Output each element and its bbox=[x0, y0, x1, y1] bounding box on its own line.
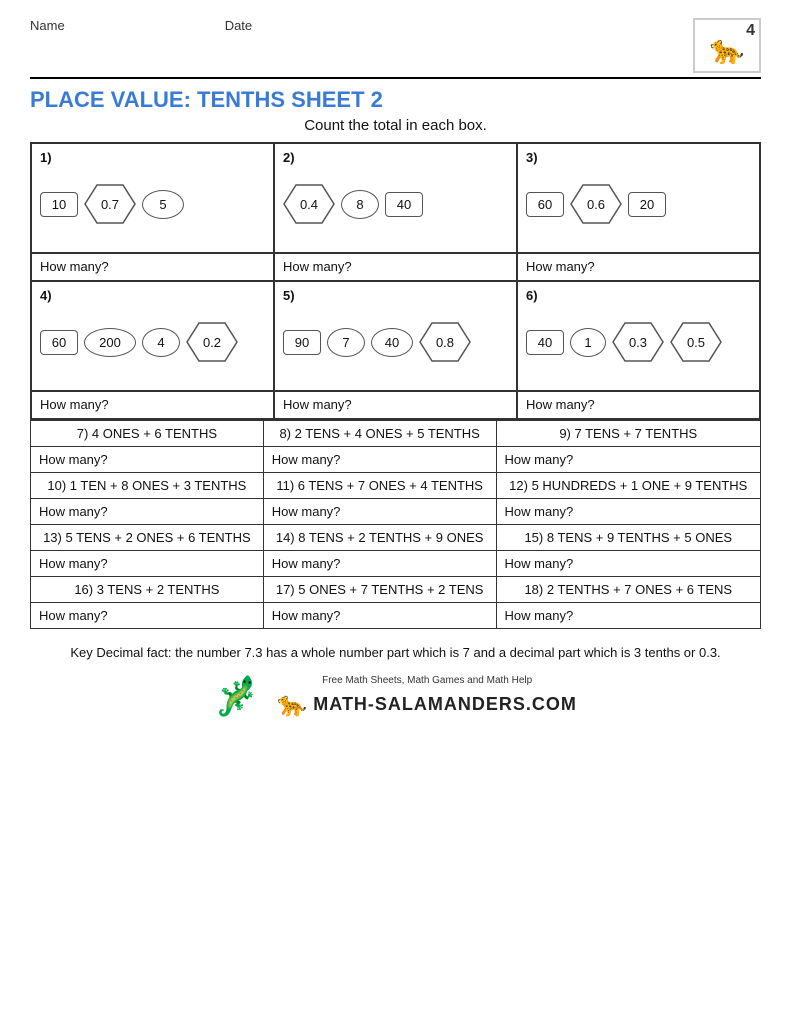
answer-7: How many? bbox=[31, 447, 264, 473]
problem-7: 7) 4 ONES + 6 TENTHS bbox=[31, 421, 264, 447]
shape-hex: 0.3 bbox=[612, 321, 664, 363]
box-1: 1) 10 0.7 5 bbox=[32, 144, 275, 254]
shape-rect: 10 bbox=[40, 192, 78, 217]
box-6-num: 6) bbox=[526, 288, 751, 303]
shape-hex: 0.6 bbox=[570, 183, 622, 225]
problem-14: 14) 8 TENS + 2 TENTHS + 9 ONES bbox=[263, 525, 496, 551]
shape-oval: 7 bbox=[327, 328, 365, 357]
shape-oval: 40 bbox=[371, 328, 413, 357]
box-2-shapes: 0.4 8 40 bbox=[283, 169, 508, 239]
shape-hex: 0.8 bbox=[419, 321, 471, 363]
shape-rect: 40 bbox=[385, 192, 423, 217]
answer-9: How many? bbox=[496, 447, 760, 473]
problem-10: 10) 1 TEN + 8 ONES + 3 TENTHS bbox=[31, 473, 264, 499]
box-4-num: 4) bbox=[40, 288, 265, 303]
box-5: 5) 90 7 40 0.8 bbox=[275, 282, 518, 392]
footer: 🦎 Free Math Sheets, Math Games and Math … bbox=[30, 675, 761, 719]
shape-rect: 60 bbox=[526, 192, 564, 217]
how-many-4: How many? bbox=[32, 392, 275, 420]
box-4: 4) 60 200 4 0.2 bbox=[32, 282, 275, 392]
problem-18: 18) 2 TENTHS + 7 ONES + 6 TENS bbox=[496, 577, 760, 603]
how-many-3: How many? bbox=[518, 254, 761, 282]
box-2: 2) 0.4 8 40 bbox=[275, 144, 518, 254]
box-5-num: 5) bbox=[283, 288, 508, 303]
problem-15: 15) 8 TENS + 9 TENTHS + 5 ONES bbox=[496, 525, 760, 551]
problem-16: 16) 3 TENS + 2 TENTHS bbox=[31, 577, 264, 603]
box-5-shapes: 90 7 40 0.8 bbox=[283, 307, 508, 377]
footer-tagline: Free Math Sheets, Math Games and Math He… bbox=[277, 675, 577, 686]
answer-8: How many? bbox=[263, 447, 496, 473]
how-many-6: How many? bbox=[518, 392, 761, 420]
answer-10: How many? bbox=[31, 499, 264, 525]
name-date-area: Name Date bbox=[30, 18, 252, 33]
shape-rect: 60 bbox=[40, 330, 78, 355]
shape-hex: 0.4 bbox=[283, 183, 335, 225]
box-6: 6) 40 1 0.3 0.5 bbox=[518, 282, 761, 392]
top-bar: Name Date 4 🐆 bbox=[30, 18, 761, 79]
box-3: 3) 60 0.6 20 bbox=[518, 144, 761, 254]
logo-animal-icon: 🐆 bbox=[710, 33, 745, 66]
problem-13: 13) 5 TENS + 2 ONES + 6 TENTHS bbox=[31, 525, 264, 551]
logo-box: 4 🐆 bbox=[693, 18, 761, 73]
problem-8: 8) 2 TENS + 4 ONES + 5 TENTHS bbox=[263, 421, 496, 447]
how-many-1: How many? bbox=[32, 254, 275, 282]
shape-rect: 40 bbox=[526, 330, 564, 355]
problem-17: 17) 5 ONES + 7 TENTHS + 2 TENS bbox=[263, 577, 496, 603]
key-fact: Key Decimal fact: the number 7.3 has a w… bbox=[30, 643, 761, 663]
how-many-2: How many? bbox=[275, 254, 518, 282]
answer-18: How many? bbox=[496, 603, 760, 629]
box-4-shapes: 60 200 4 0.2 bbox=[40, 307, 265, 377]
date-label: Date bbox=[225, 18, 252, 33]
box-2-num: 2) bbox=[283, 150, 508, 165]
logo-number: 4 bbox=[746, 22, 755, 40]
shape-hex: 0.5 bbox=[670, 321, 722, 363]
answer-15: How many? bbox=[496, 551, 760, 577]
answer-11: How many? bbox=[263, 499, 496, 525]
shape-oval: 1 bbox=[570, 328, 606, 357]
shape-oval: 4 bbox=[142, 328, 180, 357]
problem-12: 12) 5 HUNDREDS + 1 ONE + 9 TENTHS bbox=[496, 473, 760, 499]
word-problems-table: 7) 4 ONES + 6 TENTHS 8) 2 TENS + 4 ONES … bbox=[30, 420, 761, 629]
subtitle: Count the total in each box. bbox=[30, 117, 761, 134]
box-3-num: 3) bbox=[526, 150, 751, 165]
shape-rect: 20 bbox=[628, 192, 666, 217]
page-title: PLACE VALUE: TENTHS SHEET 2 bbox=[30, 87, 761, 113]
answer-17: How many? bbox=[263, 603, 496, 629]
problem-9: 9) 7 TENS + 7 TENTHS bbox=[496, 421, 760, 447]
box-3-shapes: 60 0.6 20 bbox=[526, 169, 751, 239]
shape-oval: 8 bbox=[341, 190, 379, 219]
problem-11: 11) 6 TENS + 7 ONES + 4 TENTHS bbox=[263, 473, 496, 499]
shape-hex: 0.7 bbox=[84, 183, 136, 225]
answer-12: How many? bbox=[496, 499, 760, 525]
picture-boxes-grid: 1) 10 0.7 5 2) 0.4 8 40 3) 60 bbox=[30, 142, 761, 420]
answer-13: How many? bbox=[31, 551, 264, 577]
footer-logo-animal-icon: 🐆 bbox=[277, 690, 307, 719]
box-1-num: 1) bbox=[40, 150, 265, 165]
box-1-shapes: 10 0.7 5 bbox=[40, 169, 265, 239]
shape-oval: 200 bbox=[84, 328, 136, 357]
name-label: Name bbox=[30, 18, 65, 33]
footer-brand: MATH-SALAMANDERS.COM bbox=[313, 694, 577, 715]
shape-hex: 0.2 bbox=[186, 321, 238, 363]
answer-16: How many? bbox=[31, 603, 264, 629]
shape-oval: 5 bbox=[142, 190, 184, 219]
shape-rect: 90 bbox=[283, 330, 321, 355]
how-many-5: How many? bbox=[275, 392, 518, 420]
answer-14: How many? bbox=[263, 551, 496, 577]
box-6-shapes: 40 1 0.3 0.5 bbox=[526, 307, 751, 377]
gecko-icon: 🦎 bbox=[214, 675, 261, 719]
